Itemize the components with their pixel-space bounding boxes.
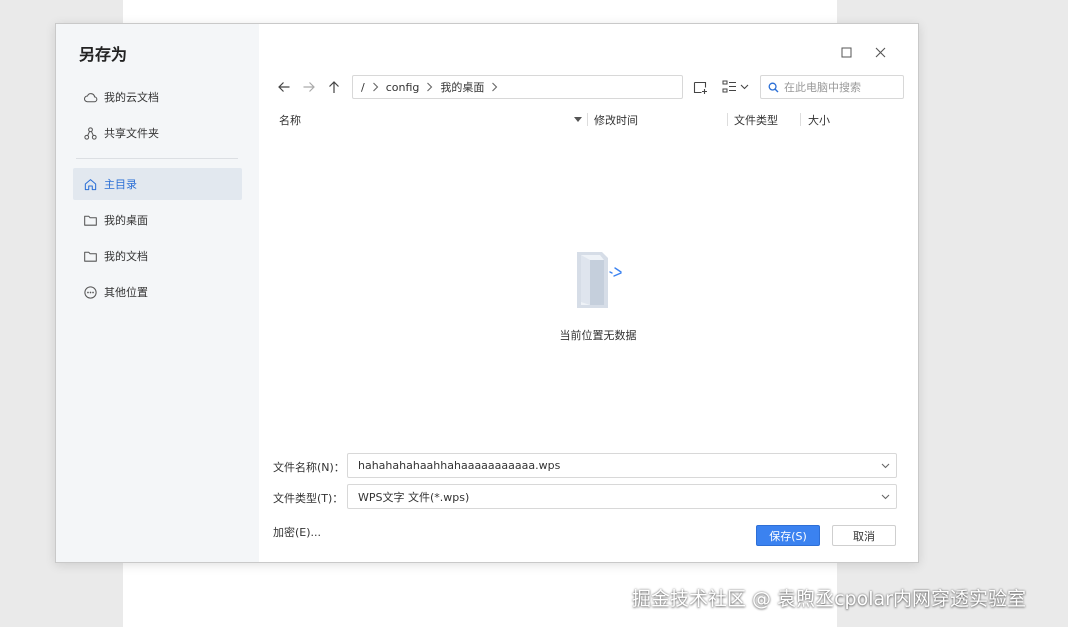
filetype-value: WPS文字 文件(*.wps): [358, 490, 470, 504]
filename-input[interactable]: hahahahahaahhahaaaaaaaaaaa.wps: [358, 459, 560, 472]
sort-desc-icon[interactable]: [574, 113, 582, 126]
maximize-icon: [841, 47, 851, 57]
arrow-up-icon: [329, 81, 339, 93]
filename-label: 文件名称(N)：: [273, 461, 345, 474]
encrypt-button[interactable]: 加密(E)...: [273, 524, 321, 540]
path-segment-desktop[interactable]: 我的桌面: [440, 79, 484, 95]
close-icon: [875, 47, 885, 57]
save-as-dialog: 另存为 我的云文档 共享文件夹 主目录 我的桌面 我的文档 其他位置 / con…: [55, 23, 919, 563]
sidebar-item-my-desktop[interactable]: 我的桌面: [73, 204, 242, 236]
sidebar-item-my-documents[interactable]: 我的文档: [73, 240, 242, 272]
empty-state-text: 当前位置无数据: [559, 329, 637, 342]
back-button[interactable]: [276, 79, 292, 95]
search-icon: [768, 82, 779, 92]
sidebar-item-label: 我的云文档: [104, 91, 159, 104]
save-button[interactable]: 保存(S): [756, 525, 820, 546]
new-folder-button[interactable]: [693, 78, 708, 96]
chevron-right-icon: [491, 82, 498, 92]
filetype-select[interactable]: WPS文字 文件(*.wps): [347, 484, 897, 509]
path-root[interactable]: /: [361, 81, 365, 94]
search-input[interactable]: [784, 80, 894, 94]
filetype-label: 文件类型(T)：: [273, 492, 344, 505]
column-header-name[interactable]: 名称: [279, 112, 301, 128]
watermark-text: 掘金技术社区 @ 袁煦丞cpolar内网穿透实验室: [632, 588, 1026, 610]
sidebar: 另存为 我的云文档 共享文件夹 主目录 我的桌面 我的文档 其他位置: [56, 24, 259, 562]
chevron-down-icon[interactable]: [881, 461, 890, 470]
forward-button[interactable]: [301, 79, 317, 95]
cancel-button[interactable]: 取消: [832, 525, 896, 546]
dialog-title: 另存为: [79, 45, 128, 64]
folder-icon: [84, 251, 97, 262]
sidebar-item-cloud-docs[interactable]: 我的云文档: [73, 81, 242, 113]
up-button[interactable]: [326, 79, 342, 95]
sidebar-item-label: 主目录: [104, 178, 137, 191]
folder-icon: [84, 215, 97, 226]
arrow-right-icon: [303, 82, 315, 92]
column-separator[interactable]: [800, 113, 801, 126]
main-panel: / config 我的桌面 名称 修改时间 文件类型 大小: [259, 24, 918, 562]
share-icon: [84, 126, 97, 140]
sidebar-item-label: 我的桌面: [104, 214, 148, 227]
sidebar-item-home[interactable]: 主目录: [73, 168, 242, 200]
column-separator[interactable]: [727, 113, 728, 126]
sidebar-divider: [76, 158, 238, 159]
cloud-icon: [84, 92, 98, 102]
close-button[interactable]: [872, 44, 888, 60]
column-header-modified[interactable]: 修改时间: [594, 112, 638, 128]
search-box[interactable]: [760, 75, 904, 99]
path-bar[interactable]: / config 我的桌面: [352, 75, 683, 99]
column-separator[interactable]: [587, 113, 588, 126]
sidebar-item-label: 其他位置: [104, 286, 148, 299]
sidebar-item-other-locations[interactable]: 其他位置: [73, 276, 242, 308]
home-icon: [84, 178, 97, 190]
list-view-icon: [722, 80, 736, 93]
arrow-left-icon: [278, 82, 290, 92]
chevron-down-icon[interactable]: [881, 492, 890, 501]
column-header-size[interactable]: 大小: [808, 112, 830, 128]
chevron-down-icon: [740, 84, 749, 90]
chevron-right-icon: [372, 82, 379, 92]
sidebar-item-shared-folder[interactable]: 共享文件夹: [73, 117, 242, 149]
column-header-type[interactable]: 文件类型: [734, 112, 778, 128]
sidebar-item-label: 共享文件夹: [104, 127, 159, 140]
new-folder-icon: [693, 81, 707, 94]
sidebar-item-label: 我的文档: [104, 250, 148, 263]
empty-folder-icon: [577, 252, 622, 308]
filename-combobox[interactable]: hahahahahaahhahaaaaaaaaaaa.wps: [347, 453, 897, 478]
chevron-right-icon: [426, 82, 433, 92]
view-mode-button[interactable]: [722, 78, 749, 96]
more-icon: [84, 285, 97, 299]
path-segment-config[interactable]: config: [386, 81, 420, 94]
maximize-button[interactable]: [838, 44, 854, 60]
